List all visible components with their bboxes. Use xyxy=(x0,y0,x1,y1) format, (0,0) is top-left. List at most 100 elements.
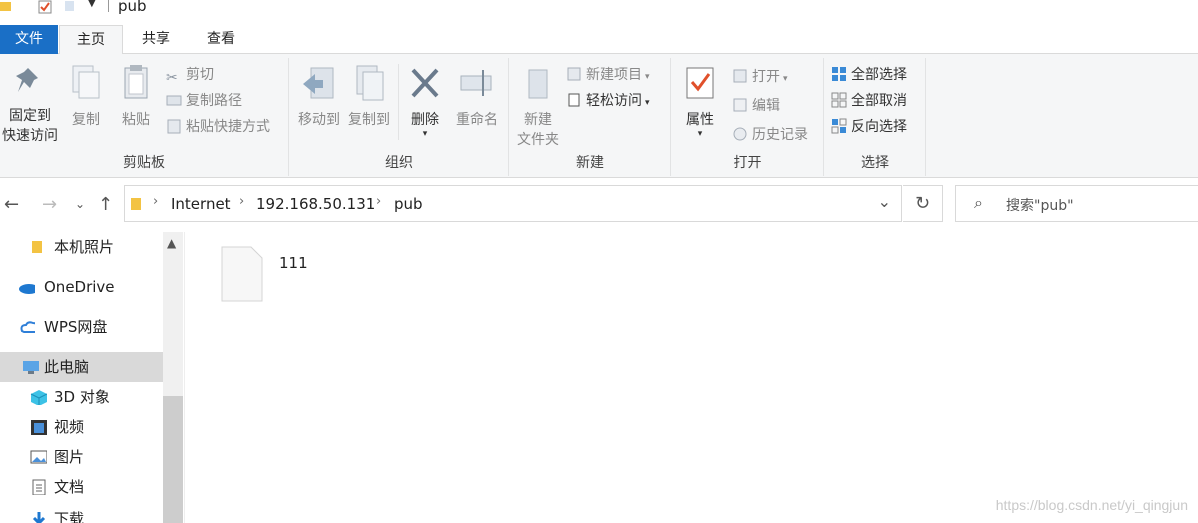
new-folder-qa-icon[interactable] xyxy=(64,0,76,14)
properties-dropdown-icon[interactable]: ▾ xyxy=(678,130,722,139)
pin-label-2: 快速访问 xyxy=(2,128,58,144)
nav-item-local-photos[interactable]: 本机照片 xyxy=(0,232,163,262)
new-item-button[interactable]: 新建项目 ▾ xyxy=(566,64,650,86)
paste-icon xyxy=(124,65,148,99)
tab-share[interactable]: 共享 xyxy=(128,25,184,54)
edit-button[interactable]: 编辑 xyxy=(732,95,780,117)
history-button[interactable]: 历史记录 xyxy=(732,124,808,146)
new-group: 新建 文件夹 新建项目 ▾ 轻松访问 ▾ 新建 xyxy=(510,58,671,176)
folder-icon xyxy=(0,2,11,11)
breadcrumb-internet[interactable]: Internet xyxy=(171,195,231,213)
easy-access-dropdown-icon[interactable]: ▾ xyxy=(645,98,650,108)
title-divider xyxy=(108,0,109,12)
nav-item-label: 视频 xyxy=(54,418,85,436)
breadcrumb-host[interactable]: 192.168.50.131 xyxy=(256,195,375,213)
watermark-text: https://blog.csdn.net/yi_qingjun xyxy=(995,497,1188,513)
downloads-arrow-icon xyxy=(32,512,46,523)
nav-item-label: 本机照片 xyxy=(54,238,115,256)
clipboard-group-label: 剪贴板 xyxy=(123,155,165,171)
paste-label: 粘贴 xyxy=(122,112,150,128)
nav-item-label: 此电脑 xyxy=(44,358,90,376)
nav-item-pictures[interactable]: 图片 xyxy=(0,442,163,472)
rename-button[interactable]: 重命名 xyxy=(450,64,504,130)
paste-shortcut-button[interactable]: 粘贴快捷方式 xyxy=(166,116,270,138)
scroll-up-arrow-icon[interactable]: ▲ xyxy=(167,236,176,250)
copy-path-button[interactable]: 复制路径 xyxy=(166,90,242,112)
move-to-icon xyxy=(303,67,334,99)
ribbon-tabs: 文件 主页 共享 查看 xyxy=(0,22,1198,56)
easy-access-label: 轻松访问 xyxy=(586,93,642,109)
open-icon xyxy=(733,69,747,83)
new-group-label: 新建 xyxy=(576,155,604,171)
copy-path-label: 复制路径 xyxy=(186,93,242,109)
delete-label: 删除 xyxy=(411,112,439,128)
file-list-area[interactable]: 111 https://blog.csdn.net/yi_qingjun xyxy=(184,232,1198,523)
properties-button[interactable]: 属性 ▾ xyxy=(678,64,722,139)
open-dropdown-icon[interactable]: ▾ xyxy=(783,74,788,84)
invert-selection-button[interactable]: 反向选择 xyxy=(831,116,907,138)
new-folder-label-1: 新建 xyxy=(524,112,552,128)
breadcrumb-pub[interactable]: pub xyxy=(394,195,423,213)
copy-button[interactable]: 复制 xyxy=(64,64,108,130)
delete-dropdown-icon[interactable]: ▾ xyxy=(404,130,446,139)
blank-file-icon xyxy=(221,246,263,302)
pin-quick-access-button[interactable]: 固定到 快速访问 xyxy=(0,64,60,146)
ribbon: 固定到 快速访问 复制 粘贴 ✂ 剪切 复制路径 粘贴快捷方式 剪贴板 移动到 复 xyxy=(0,54,1198,178)
organize-divider xyxy=(398,64,399,140)
file-item[interactable]: 111 xyxy=(221,246,308,306)
navigation-pane: 本机照片 OneDrive WPS网盘 此电脑 3D 对象 视频 图片 文档 下… xyxy=(0,232,184,523)
properties-icon xyxy=(686,67,714,99)
properties-checkbox-icon[interactable] xyxy=(38,0,52,14)
address-bar[interactable]: › Internet › 192.168.50.131 › pub ⌄ xyxy=(124,185,902,222)
select-group: 全部选择 全部取消 反向选择 选择 xyxy=(825,58,926,176)
select-all-button[interactable]: 全部选择 xyxy=(831,64,907,86)
delete-button[interactable]: 删除 ▾ xyxy=(404,64,446,139)
copy-to-button[interactable]: 复制到 xyxy=(344,64,394,130)
documents-icon xyxy=(32,479,46,495)
open-button[interactable]: 打开 ▾ xyxy=(732,66,788,88)
cut-button[interactable]: ✂ 剪切 xyxy=(166,64,214,86)
onedrive-cloud-icon xyxy=(19,284,35,294)
invert-selection-icon xyxy=(831,118,847,134)
copy-icon xyxy=(72,65,100,99)
tab-file[interactable]: 文件 xyxy=(0,25,58,54)
nav-item-label: 3D 对象 xyxy=(54,388,110,406)
nav-item-wps-cloud[interactable]: WPS网盘 xyxy=(0,312,163,342)
breadcrumb-separator-icon[interactable]: › xyxy=(239,194,244,209)
move-to-button[interactable]: 移动到 xyxy=(294,64,344,130)
back-arrow-icon[interactable]: ← xyxy=(4,194,19,215)
nav-item-videos[interactable]: 视频 xyxy=(0,412,163,442)
nav-item-3d-objects[interactable]: 3D 对象 xyxy=(0,382,163,412)
easy-access-button[interactable]: 轻松访问 ▾ xyxy=(566,90,650,112)
nav-item-onedrive[interactable]: OneDrive xyxy=(0,272,163,302)
search-box[interactable]: ⌕ 搜索"pub" xyxy=(955,185,1198,222)
scissors-icon: ✂ xyxy=(166,70,178,86)
nav-item-label: WPS网盘 xyxy=(44,318,108,336)
nav-scrollbar[interactable]: ▲ xyxy=(163,232,183,523)
wps-cloud-icon xyxy=(20,321,35,333)
forward-arrow-icon[interactable]: → xyxy=(42,194,57,215)
address-dropdown-chevron-icon[interactable]: ⌄ xyxy=(878,192,891,211)
easy-access-icon xyxy=(568,93,580,107)
new-item-dropdown-icon[interactable]: ▾ xyxy=(645,72,650,82)
nav-item-label: 图片 xyxy=(54,448,85,466)
video-film-icon xyxy=(31,420,47,435)
breadcrumb-separator-icon[interactable]: › xyxy=(153,194,158,209)
tab-home[interactable]: 主页 xyxy=(59,25,123,56)
breadcrumb-separator-icon[interactable]: › xyxy=(376,194,381,209)
refresh-icon[interactable]: ↻ xyxy=(903,185,943,222)
new-folder-label-2: 文件夹 xyxy=(517,132,559,148)
new-folder-button[interactable]: 新建 文件夹 xyxy=(512,64,564,150)
nav-item-downloads[interactable]: 下载 xyxy=(0,504,163,523)
select-none-button[interactable]: 全部取消 xyxy=(831,90,907,112)
select-group-label: 选择 xyxy=(861,155,889,171)
file-name[interactable]: 111 xyxy=(279,254,308,272)
up-arrow-icon[interactable]: ↑ xyxy=(98,194,113,215)
nav-item-this-pc[interactable]: 此电脑 xyxy=(0,352,163,382)
recent-locations-chevron-icon[interactable]: ⌄ xyxy=(75,197,85,211)
paste-button[interactable]: 粘贴 xyxy=(114,64,158,130)
nav-item-documents[interactable]: 文档 xyxy=(0,472,163,502)
tab-view[interactable]: 查看 xyxy=(192,25,250,54)
quick-access-dropdown-icon[interactable]: ▼ xyxy=(88,0,96,12)
scrollbar-thumb[interactable] xyxy=(163,396,183,523)
